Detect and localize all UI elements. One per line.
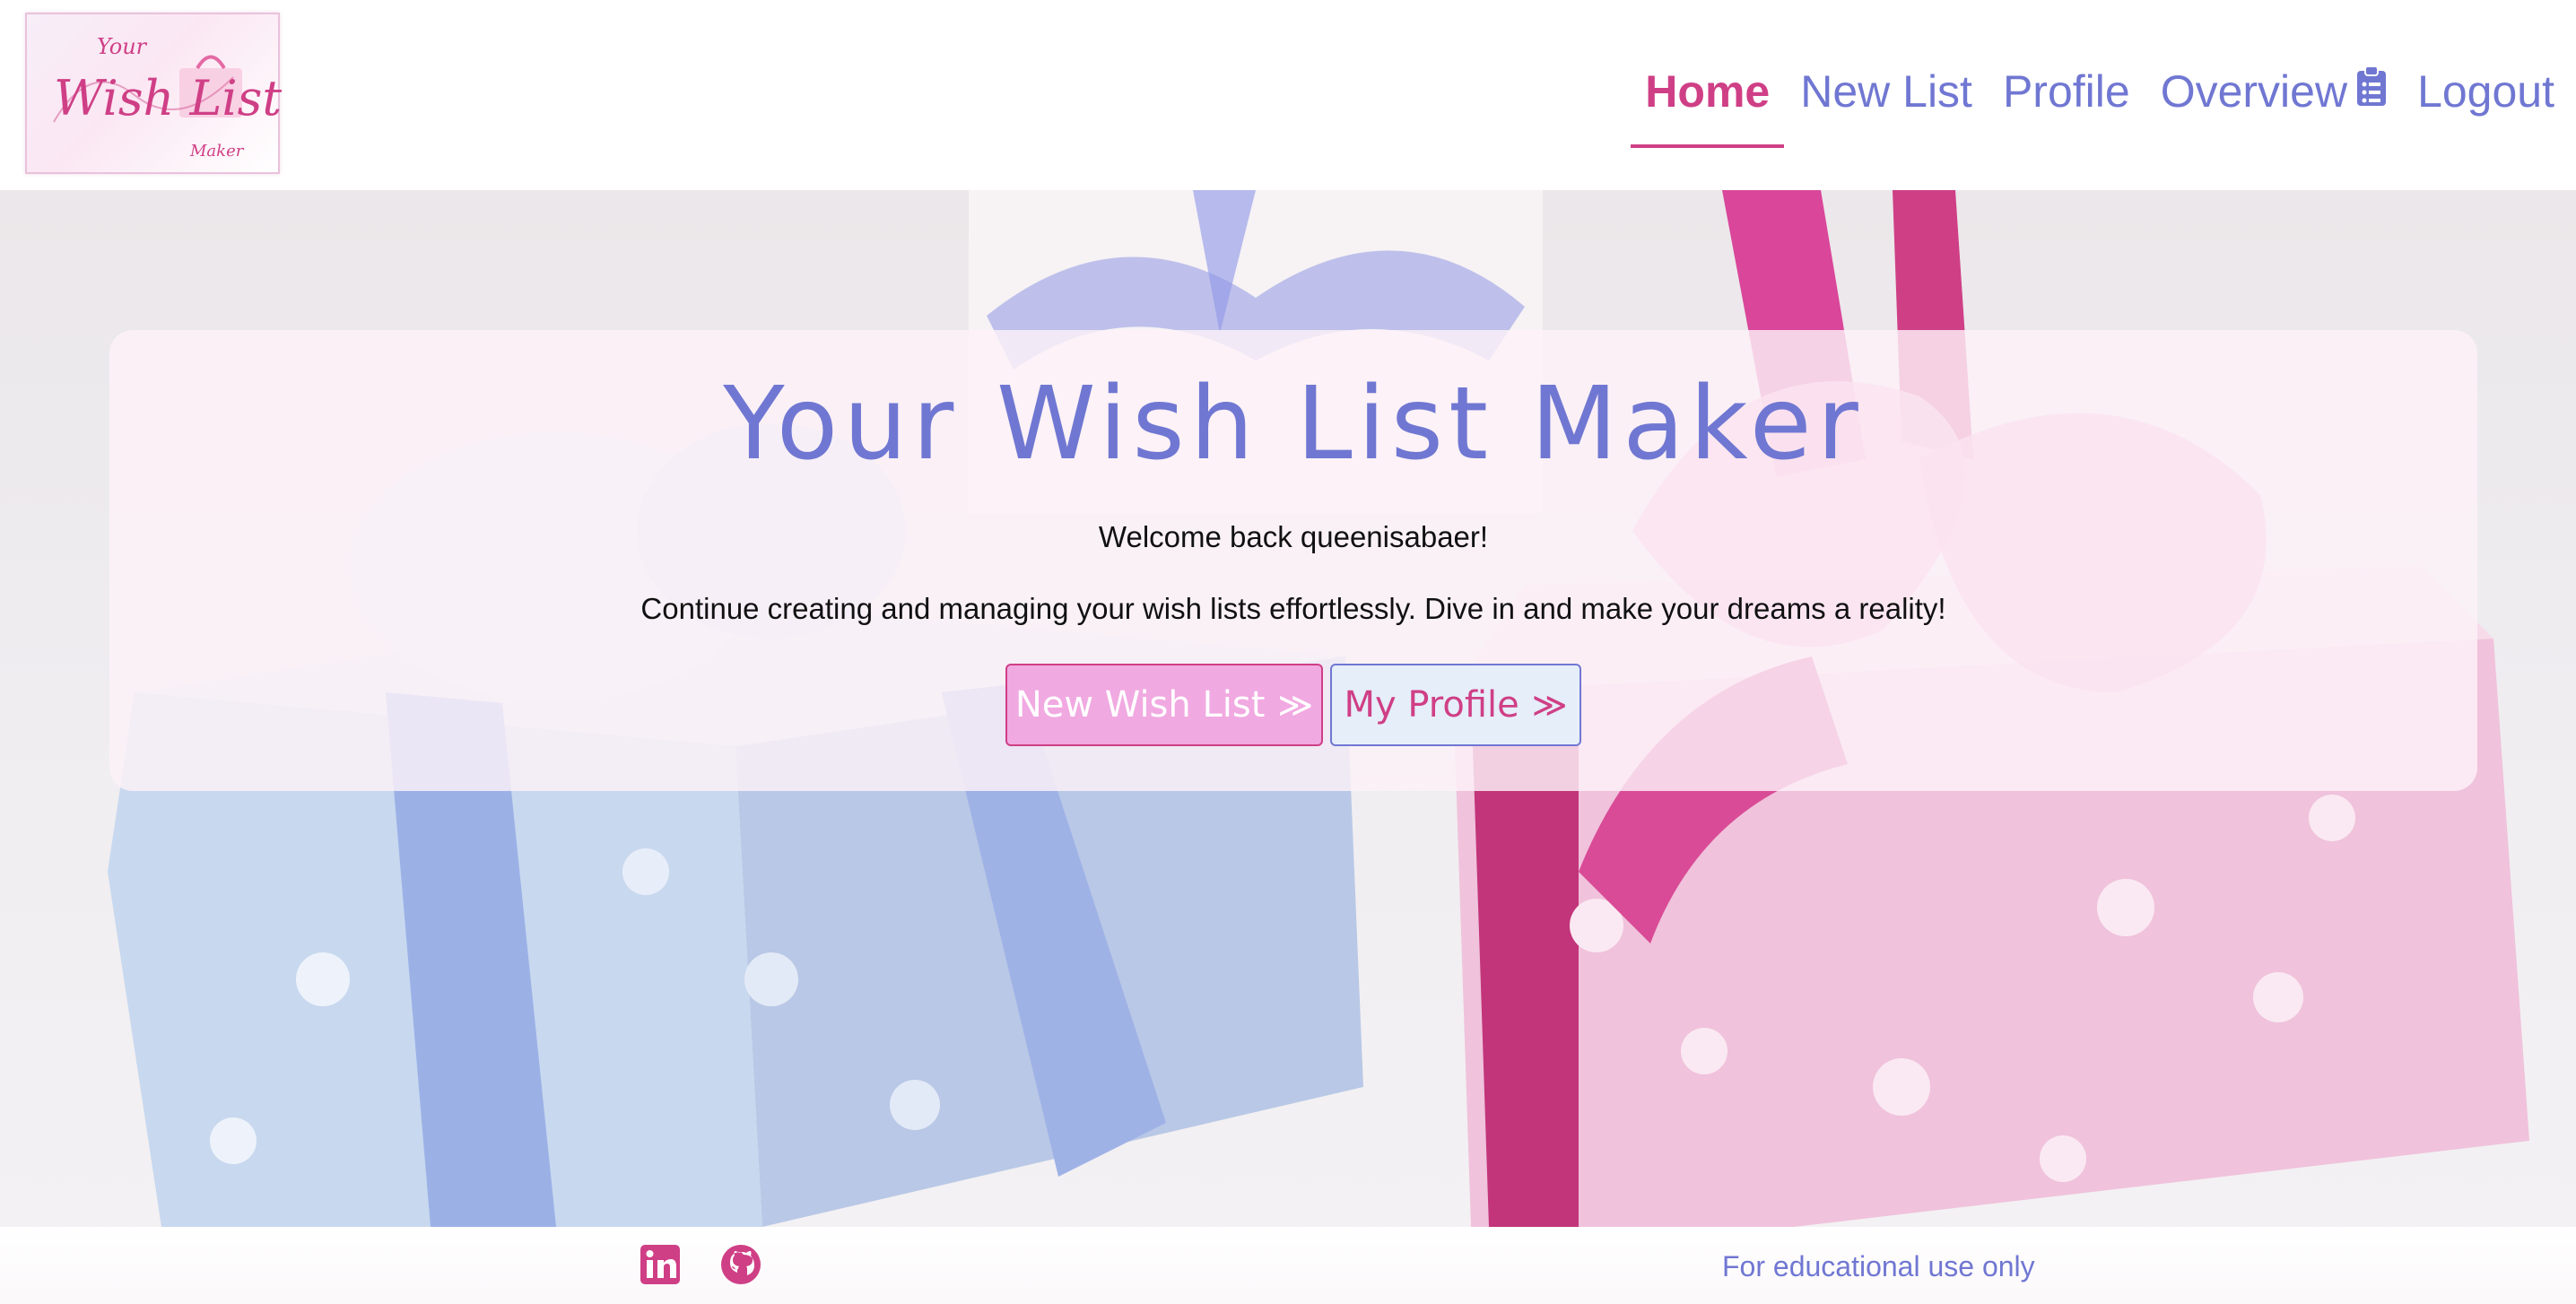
new-wish-list-label: New Wish List xyxy=(1014,684,1266,726)
nav-profile[interactable]: Profile xyxy=(2003,65,2130,117)
site-logo[interactable]: Your Wish List Maker xyxy=(25,13,282,174)
welcome-card: Your Wish List Maker Welcome back queeni… xyxy=(109,330,2477,791)
welcome-message: Welcome back queenisabaer! xyxy=(1098,520,1489,553)
educational-note: For educational use only xyxy=(1722,1250,2035,1282)
new-wish-list-button[interactable]: New Wish List ≫ xyxy=(1005,664,1323,746)
hero-section: Your Wish List Maker Welcome back queeni… xyxy=(0,190,2576,1227)
clipboard-list-icon xyxy=(2356,65,2387,117)
linkedin-icon[interactable] xyxy=(639,1243,682,1286)
nav-overview-label: Overview xyxy=(2160,66,2348,117)
nav-overview[interactable]: Overview xyxy=(2161,65,2387,117)
nav-new-list[interactable]: New List xyxy=(1800,65,1972,117)
my-profile-label: My Profile xyxy=(1344,684,1519,726)
logo-text-your: Your xyxy=(97,34,148,59)
logo-text-maker: Maker xyxy=(189,142,245,161)
nav-logout[interactable]: Logout xyxy=(2417,65,2554,117)
double-chevron-right-icon: ≫ xyxy=(1277,685,1314,725)
site-footer: For educational use only xyxy=(0,1227,2576,1304)
double-chevron-right-icon: ≫ xyxy=(1531,685,1568,725)
github-icon[interactable] xyxy=(719,1243,762,1286)
nav-home[interactable]: Home xyxy=(1631,65,1785,148)
site-header: Your Wish List Maker Home New List Profi… xyxy=(0,0,2576,190)
main-nav: Home New List Profile Overview Logout xyxy=(1614,56,2554,148)
page-title: Your Wish List Maker xyxy=(723,366,1864,482)
my-profile-button[interactable]: My Profile ≫ xyxy=(1330,664,1581,746)
tagline: Continue creating and managing your wish… xyxy=(640,592,1946,625)
logo-text-wish-list: Wish List xyxy=(54,70,282,126)
logo-artwork: Your Wish List Maker xyxy=(53,34,282,161)
